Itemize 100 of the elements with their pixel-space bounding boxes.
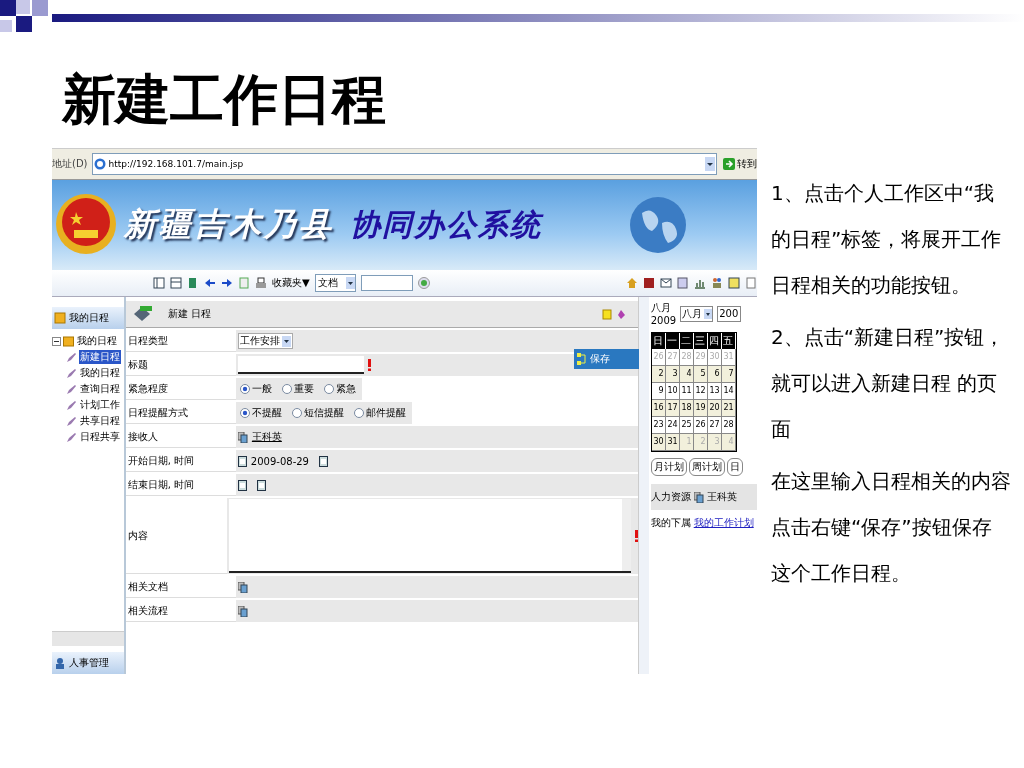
date-value: 2009-08-29 xyxy=(250,455,309,467)
person-icon xyxy=(693,491,704,503)
print-icon[interactable] xyxy=(255,277,267,289)
scope-select[interactable]: 文档 xyxy=(314,274,356,292)
tree-item[interactable]: 新建日程 xyxy=(79,350,121,364)
radio-button[interactable] xyxy=(353,408,364,418)
note-paragraph: 在这里输入日程相关的内容点击右键“保存”按钮保存这个工作日程。 xyxy=(771,468,1011,587)
slide-title: 新建工作日程 xyxy=(62,67,386,133)
field-label: 相关文档 xyxy=(125,576,236,598)
radio-button[interactable] xyxy=(239,408,250,418)
calendar-day[interactable]: 2 xyxy=(651,366,666,383)
radio-button[interactable] xyxy=(291,408,302,418)
dropdown-icon xyxy=(345,277,355,289)
document-icon[interactable] xyxy=(643,277,655,289)
page-icon[interactable] xyxy=(745,277,757,289)
radio-label: 邮件提醒 xyxy=(365,406,406,420)
weekday-header: 日 xyxy=(651,333,666,349)
tree-item[interactable]: 计划工作 xyxy=(79,398,121,412)
field-label: 紧急程度 xyxy=(125,378,236,400)
subordinates-label: 我的下属 xyxy=(650,516,691,530)
calendar-day[interactable]: 9 xyxy=(651,383,666,400)
note-paragraph: 2、点击“新建日程”按钮，就可以进入新建日程 的页面 xyxy=(771,324,1006,443)
chart-icon[interactable] xyxy=(694,277,706,289)
search-go-icon[interactable] xyxy=(417,277,430,289)
address-label: 地址(D) xyxy=(52,157,88,171)
sidebar-header[interactable]: 我的日程 xyxy=(52,307,124,329)
dropdown-icon xyxy=(704,308,713,319)
vertical-scrollbar[interactable] xyxy=(637,297,649,674)
exit-icon[interactable] xyxy=(187,277,199,289)
pencil-icon xyxy=(66,431,77,443)
tree-item[interactable]: 日程共享 xyxy=(79,430,121,444)
favorites-menu[interactable]: 收藏夹▼ xyxy=(272,276,310,290)
form-header: 新建 日程 xyxy=(125,301,638,328)
radio-label: 一般 xyxy=(251,382,272,396)
person-picker-icon[interactable] xyxy=(237,431,248,443)
calendar-icon[interactable] xyxy=(256,479,266,491)
layout-icon[interactable] xyxy=(153,277,165,289)
tree-item[interactable]: 我的日程 xyxy=(79,366,121,380)
plan-button[interactable]: 日 xyxy=(726,458,743,476)
dropdown-icon xyxy=(281,335,291,347)
search-field[interactable] xyxy=(360,275,413,291)
vertical-scrollbar[interactable] xyxy=(621,499,631,571)
browser-icon xyxy=(93,158,106,170)
attach-icon[interactable] xyxy=(237,581,248,593)
calendar-icon[interactable] xyxy=(319,455,328,467)
address-field[interactable]: http://192.168.101.7/main.jsp xyxy=(91,153,717,175)
mail-icon[interactable] xyxy=(660,277,672,289)
calendar-icon[interactable] xyxy=(237,479,247,491)
calendar-year: 2009 xyxy=(650,315,677,326)
eraser-icon[interactable] xyxy=(615,308,626,320)
tree-toggle-icon[interactable] xyxy=(52,336,61,346)
work-plan-link[interactable]: 我的工作计划 xyxy=(693,516,754,530)
go-button[interactable]: 转到 xyxy=(721,157,757,171)
calendar-icon xyxy=(54,312,66,324)
sidebar-footer[interactable]: 人事管理 xyxy=(52,652,124,674)
banner-county-title: 新疆吉木乃县 xyxy=(124,204,334,245)
forward-icon[interactable] xyxy=(221,277,233,289)
year-select[interactable]: 200 xyxy=(717,305,742,322)
save-menu-item[interactable]: 保存 xyxy=(573,349,639,369)
people-icon[interactable] xyxy=(711,277,723,289)
arrow-icon xyxy=(723,158,735,170)
tree-item[interactable]: 共享日程 xyxy=(79,414,121,428)
field-label: 内容 xyxy=(125,498,227,574)
plan-button[interactable]: 月计划 xyxy=(650,458,687,476)
radio-button[interactable] xyxy=(281,384,292,394)
field-label: 标题 xyxy=(125,354,236,376)
field-label: 结束日期, 时间 xyxy=(125,474,236,496)
edit-icon[interactable] xyxy=(677,277,689,289)
layout-icon[interactable] xyxy=(170,277,182,289)
plan-button[interactable]: 周计划 xyxy=(688,458,725,476)
radio-label: 紧急 xyxy=(335,382,356,396)
hr-label: 人力资源 xyxy=(650,490,691,504)
title-field[interactable] xyxy=(237,356,364,374)
dropdown-icon[interactable] xyxy=(705,157,715,171)
field-label: 日程类型 xyxy=(125,330,236,352)
pencil-icon xyxy=(66,415,77,427)
person-link[interactable]: 王科英 xyxy=(251,430,282,444)
month-select[interactable]: 八月 xyxy=(680,305,714,322)
radio-button[interactable] xyxy=(323,384,334,394)
field-label: 接收人 xyxy=(125,426,236,448)
calendar-day[interactable]: 23 xyxy=(651,417,666,434)
calendar-day[interactable]: 30 xyxy=(651,434,666,451)
radio-button[interactable] xyxy=(239,384,250,394)
calendar-day[interactable]: 16 xyxy=(651,400,666,417)
tree-item[interactable]: 我的日程 xyxy=(76,334,118,348)
attach-icon[interactable] xyxy=(237,605,248,617)
calendar-month: 八月 xyxy=(650,301,672,315)
calendar-icon[interactable] xyxy=(237,455,247,467)
radio-label: 短信提醒 xyxy=(303,406,344,420)
horizontal-scrollbar[interactable] xyxy=(52,631,124,646)
field-label: 日程提醒方式 xyxy=(125,402,236,424)
tree-item[interactable]: 查询日程 xyxy=(79,382,121,396)
note-paragraph: 1、点击个人工作区中“我的日程”标签，将展开工作日程相关的功能按钮。 xyxy=(771,180,1003,299)
back-icon[interactable] xyxy=(204,277,216,289)
content-field[interactable] xyxy=(228,499,631,573)
people-icon xyxy=(54,657,66,669)
pencil-icon xyxy=(66,399,77,411)
type-select[interactable]: 工作安排 xyxy=(237,333,293,349)
pencil-icon xyxy=(66,367,77,379)
radio-label: 不提醒 xyxy=(251,406,282,420)
